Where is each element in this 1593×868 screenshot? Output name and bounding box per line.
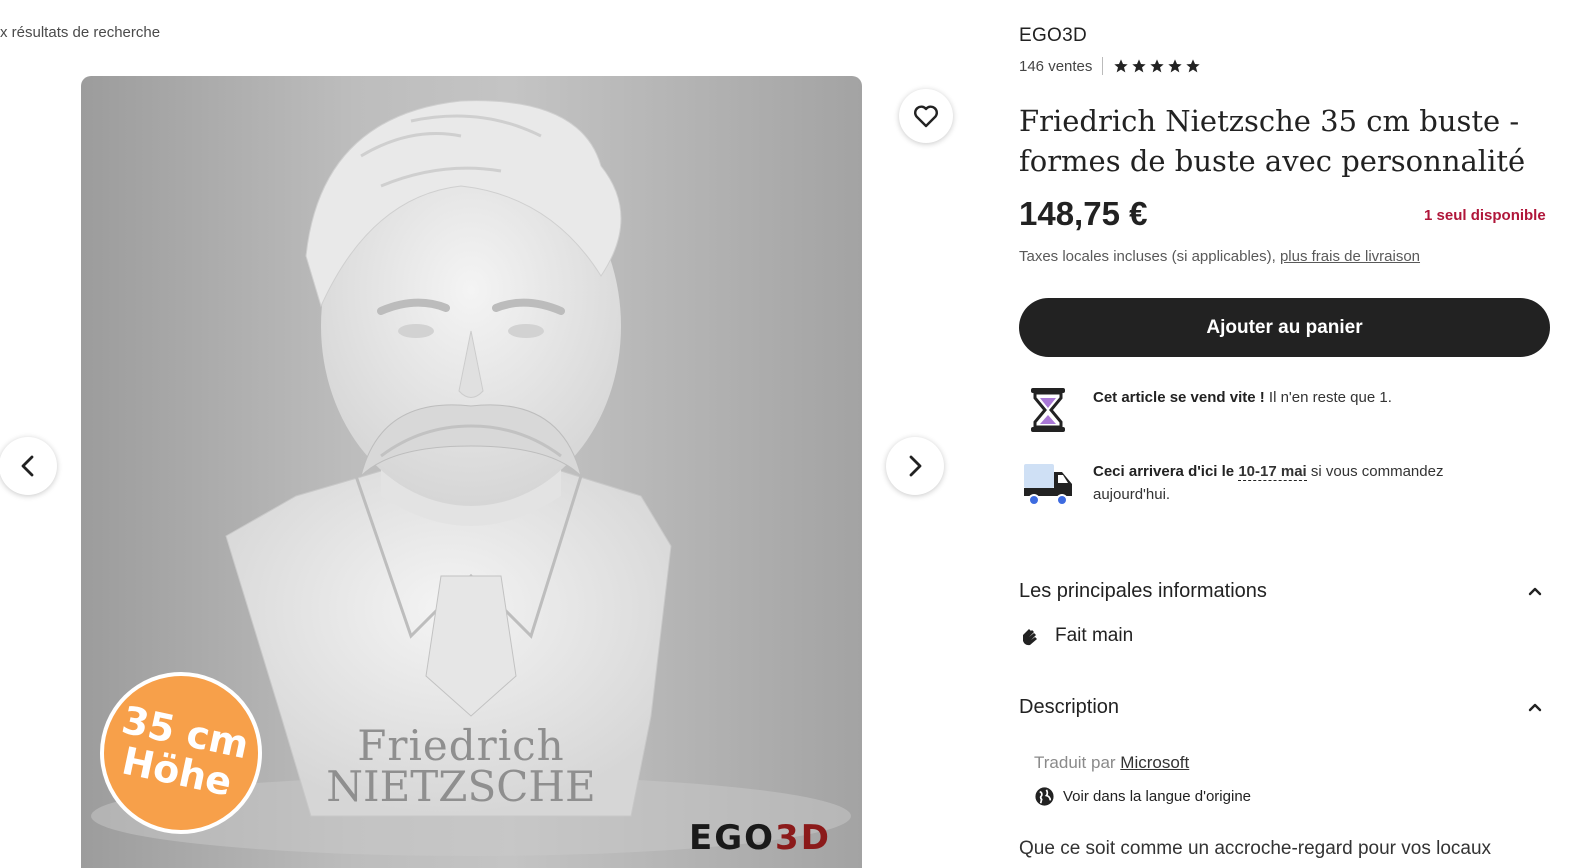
- selling-fast-text: Cet article se vend vite ! Il n'en reste…: [1093, 386, 1503, 409]
- brand-logo: EGO3D: [689, 818, 831, 858]
- chevron-right-icon: [909, 455, 922, 477]
- delivery-text: Ceci arrivera d'ici le 10-17 mai si vous…: [1093, 460, 1503, 506]
- globe-icon: [1035, 787, 1054, 806]
- rating-stars[interactable]: [1113, 58, 1201, 74]
- chevron-up-icon[interactable]: [1526, 700, 1544, 714]
- favorite-button[interactable]: [899, 89, 953, 143]
- main-info-heading[interactable]: Les principales informations: [1019, 580, 1267, 603]
- shop-name-link[interactable]: EGO3D: [1019, 25, 1087, 47]
- add-to-cart-button[interactable]: Ajouter au panier: [1019, 298, 1550, 357]
- star-icon: [1132, 59, 1147, 73]
- handmade-label: Fait main: [1055, 625, 1134, 646]
- shop-sales-rating: 146 ventes: [1019, 57, 1201, 75]
- star-icon: [1114, 59, 1129, 73]
- selling-fast-bold: Cet article se vend vite !: [1093, 389, 1265, 406]
- selling-fast-rest: Il n'en reste que 1.: [1264, 389, 1392, 406]
- star-icon: [1186, 59, 1201, 73]
- translator-link[interactable]: Microsoft: [1120, 753, 1189, 772]
- divider: [1102, 57, 1104, 75]
- chevron-left-icon: [21, 455, 34, 477]
- back-to-results-link[interactable]: x résultats de recherche: [0, 24, 160, 41]
- hourglass-icon: [1031, 388, 1065, 432]
- view-original-label: Voir dans la langue d'origine: [1063, 788, 1251, 805]
- handmade-item: Fait main: [1019, 625, 1133, 647]
- logo-part-1: EGO: [689, 818, 776, 858]
- star-icon: [1168, 59, 1183, 73]
- hand-icon: [1023, 629, 1037, 646]
- logo-part-2: 3D: [775, 818, 831, 858]
- view-original-language-button[interactable]: Voir dans la langue d'origine: [1034, 786, 1251, 807]
- tax-info: Taxes locales incluses (si applicables),…: [1019, 248, 1420, 265]
- translation-note: Traduit par Microsoft: [1034, 753, 1189, 773]
- product-price: 148,75 €: [1019, 195, 1148, 232]
- delivery-date[interactable]: 10-17 mai: [1238, 463, 1307, 481]
- selling-fast-notice: Cet article se vend vite ! Il n'en reste…: [1022, 386, 1503, 436]
- product-image[interactable]: Friedrich NIETZSCHE 35 cm Höhe EGO3D: [81, 76, 862, 868]
- bust-engraving-last-name: NIETZSCHE: [326, 762, 596, 811]
- previous-image-button[interactable]: [0, 437, 57, 495]
- delivery-bold: Ceci arrivera d'ici le: [1093, 463, 1239, 480]
- stock-status: 1 seul disponible: [1424, 207, 1546, 224]
- next-image-button[interactable]: [886, 437, 944, 495]
- product-title: Friedrich Nietzsche 35 cm buste - formes…: [1019, 104, 1526, 178]
- description-heading[interactable]: Description: [1019, 696, 1119, 719]
- translated-by-label: Traduit par: [1034, 753, 1121, 772]
- description-text: Que ce soit comme un accroche-regard pou…: [1019, 838, 1492, 859]
- star-icon: [1150, 59, 1165, 73]
- chevron-up-icon[interactable]: [1526, 584, 1544, 598]
- delivery-truck-icon: [1024, 464, 1072, 506]
- heart-icon: [914, 105, 938, 128]
- sales-count: 146 ventes: [1019, 57, 1093, 75]
- delivery-estimate: Ceci arrivera d'ici le 10-17 mai si vous…: [1022, 460, 1503, 510]
- tax-text: Taxes locales incluses (si applicables),: [1019, 248, 1280, 265]
- shipping-costs-link[interactable]: plus frais de livraison: [1280, 248, 1420, 265]
